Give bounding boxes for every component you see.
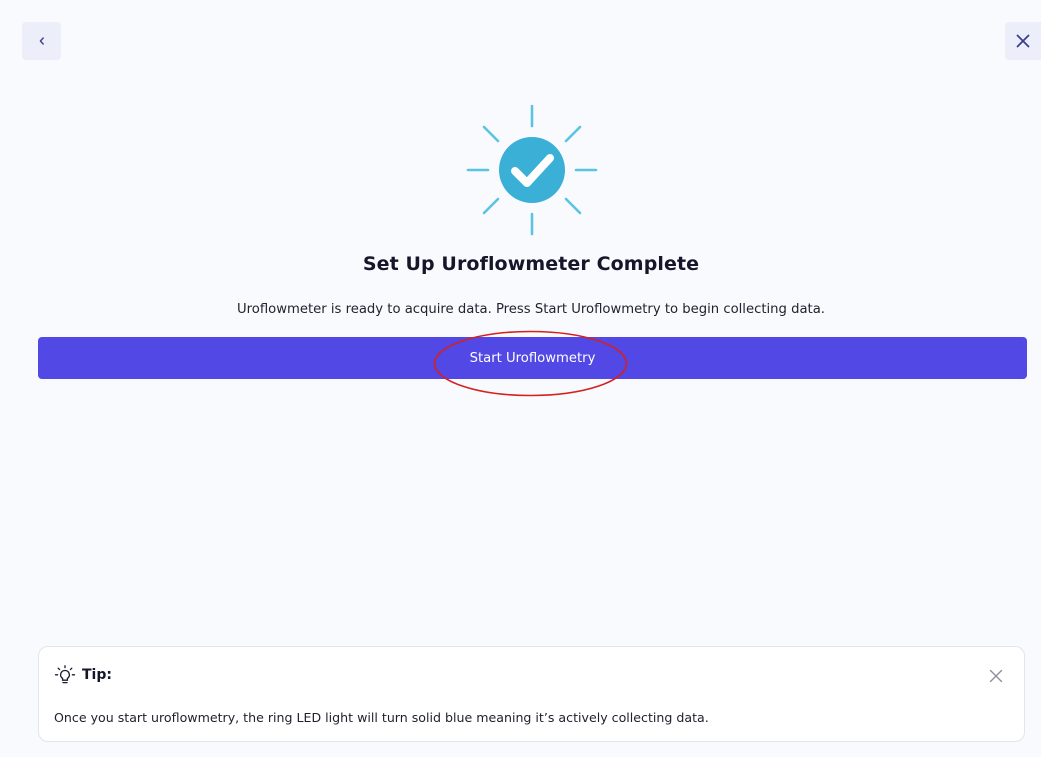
tip-card: Tip: Once you start uroflowmetry, the ri… (38, 646, 1025, 742)
close-button[interactable] (1005, 22, 1041, 60)
tip-title: Tip: (82, 667, 112, 683)
close-icon (1016, 34, 1030, 48)
status-message: Uroflowmeter is ready to acquire data. P… (236, 302, 825, 317)
chevron-left-icon (39, 37, 44, 45)
tip-header: Tip: (54, 665, 112, 685)
back-button[interactable] (22, 22, 61, 60)
lightbulb-icon (54, 665, 76, 684)
tip-dismiss-button[interactable] (988, 668, 1004, 684)
start-button-label: Start Uroflowmetry (469, 350, 596, 366)
tip-text: Once you start uroflowmetry, the ring LE… (54, 710, 709, 725)
start-uroflowmetry-button[interactable]: Start Uroflowmetry (38, 337, 1027, 379)
success-check-icon (466, 104, 598, 236)
page-title: Set Up Uroflowmeter Complete (362, 253, 700, 275)
success-circle (499, 137, 565, 203)
